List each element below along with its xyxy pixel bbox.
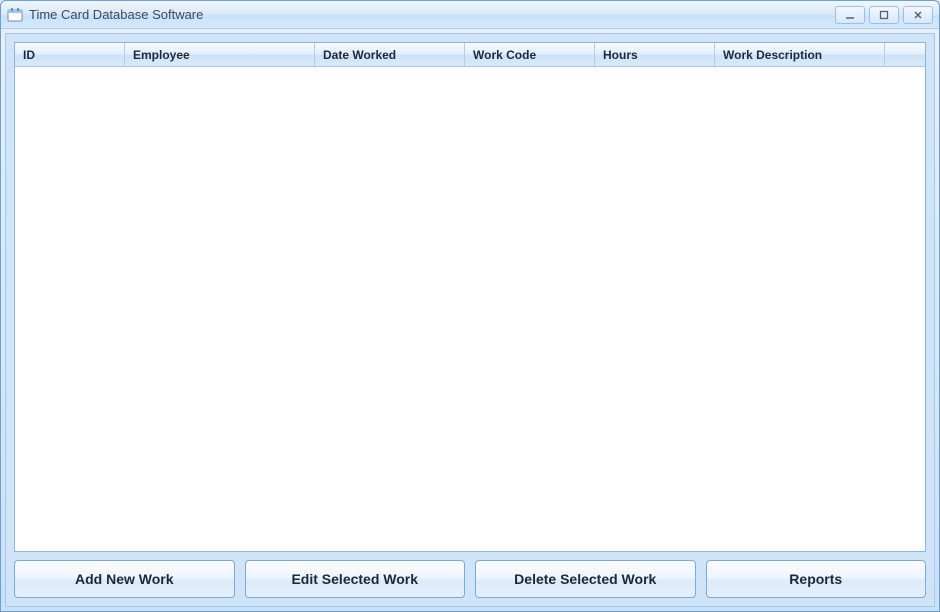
delete-selected-work-button[interactable]: Delete Selected Work <box>475 560 696 598</box>
table-header: ID Employee Date Worked Work Code Hours … <box>15 43 925 67</box>
timecard-table[interactable]: ID Employee Date Worked Work Code Hours … <box>14 42 926 552</box>
column-header-employee[interactable]: Employee <box>125 43 315 66</box>
column-header-id[interactable]: ID <box>15 43 125 66</box>
maximize-button[interactable] <box>869 6 899 24</box>
add-new-work-button[interactable]: Add New Work <box>14 560 235 598</box>
reports-button[interactable]: Reports <box>706 560 927 598</box>
window-controls <box>835 6 933 24</box>
column-header-work-description[interactable]: Work Description <box>715 43 885 66</box>
edit-selected-work-button[interactable]: Edit Selected Work <box>245 560 466 598</box>
app-window: Time Card Database Software ID Employee … <box>0 0 940 612</box>
close-button[interactable] <box>903 6 933 24</box>
titlebar[interactable]: Time Card Database Software <box>1 1 939 29</box>
button-row: Add New Work Edit Selected Work Delete S… <box>14 560 926 598</box>
column-header-hours[interactable]: Hours <box>595 43 715 66</box>
minimize-button[interactable] <box>835 6 865 24</box>
window-title: Time Card Database Software <box>29 7 203 22</box>
column-header-work-code[interactable]: Work Code <box>465 43 595 66</box>
column-header-date-worked[interactable]: Date Worked <box>315 43 465 66</box>
column-header-end[interactable] <box>885 43 925 66</box>
client-area: ID Employee Date Worked Work Code Hours … <box>5 33 935 607</box>
table-body[interactable] <box>15 67 925 551</box>
app-icon <box>7 7 23 23</box>
